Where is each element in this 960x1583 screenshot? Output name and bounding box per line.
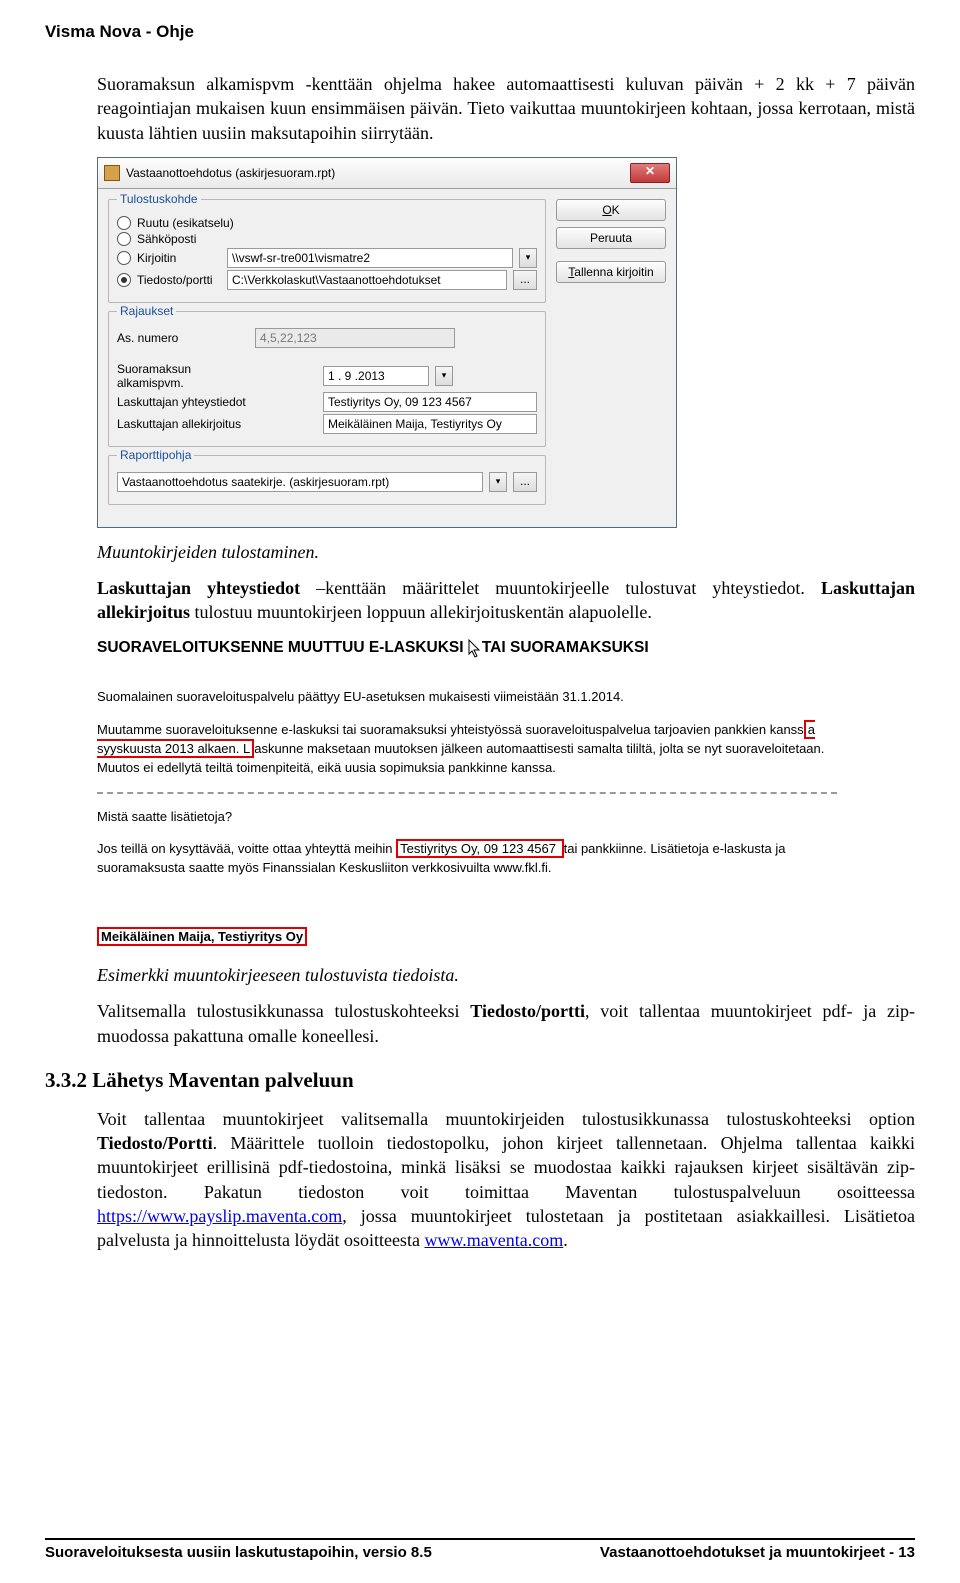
- radio-label: Sähköposti: [137, 232, 196, 246]
- highlight-box: Meikäläinen Maija, Testiyritys Oy: [97, 927, 307, 946]
- dialog-title: Vastaanottoehdotus (askirjesuoram.rpt): [126, 166, 335, 180]
- cancel-button[interactable]: Peruuta: [556, 227, 666, 249]
- group-title: Raporttipohja: [117, 448, 194, 462]
- label-allekirjoitus: Laskuttajan allekirjoitus: [117, 417, 249, 431]
- snippet-question: Mistä saatte lisätietoja?: [97, 808, 837, 827]
- dropdown-arrow-icon[interactable]: ▾: [519, 248, 537, 268]
- date-dropdown-icon[interactable]: ▾: [435, 366, 453, 386]
- caption-1: Muuntokirjeiden tulostaminen.: [97, 540, 915, 564]
- link-payslip[interactable]: https://www.payslip.maventa.com: [97, 1206, 342, 1226]
- dashed-separator: [97, 792, 837, 794]
- footer-left: Suoraveloituksesta uusiin laskutustapoih…: [45, 1544, 432, 1561]
- label-yhteystiedot: Laskuttajan yhteystiedot: [117, 395, 249, 409]
- filepath-input[interactable]: C:\Verkkolaskut\Vastaanottoehdotukset: [227, 270, 507, 290]
- intro-paragraph: Suoramaksun alkamispvm -kenttään ohjelma…: [97, 72, 915, 145]
- close-button[interactable]: ✕: [630, 163, 670, 183]
- browse-button[interactable]: ...: [513, 270, 537, 290]
- radio-sahkoposti[interactable]: [117, 232, 131, 246]
- dialog-titlebar: Vastaanottoehdotus (askirjesuoram.rpt) ✕: [98, 158, 676, 189]
- group-title: Rajaukset: [117, 304, 176, 318]
- print-dialog: Vastaanottoehdotus (askirjesuoram.rpt) ✕…: [97, 157, 677, 528]
- group-tulostuskohde: Tulostuskohde Ruutu (esikatselu) Sähköpo…: [108, 199, 546, 303]
- caption-2: Esimerkki muuntokirjeeseen tulostuvista …: [97, 963, 915, 987]
- as-numero-input[interactable]: 4,5,22,123: [255, 328, 455, 348]
- save-printer-button[interactable]: Tallenna kirjoitin: [556, 261, 666, 283]
- radio-ruutu[interactable]: [117, 216, 131, 230]
- snippet-p2: Muutamme suoraveloituksenne e-laskuksi t…: [97, 721, 837, 778]
- printer-select[interactable]: \\vswf-sr-tre001\vismatre2: [227, 248, 513, 268]
- group-title: Tulostuskohde: [117, 192, 201, 206]
- allekirjoitus-input[interactable]: Meikäläinen Maija, Testiyritys Oy: [323, 414, 537, 434]
- paragraph-2: Laskuttajan yhteystiedot –kenttään määri…: [97, 576, 915, 625]
- radio-label: Tiedosto/portti: [137, 273, 221, 287]
- label-suoramaksu: Suoramaksun alkamispvm.: [117, 362, 249, 390]
- dropdown-arrow-icon[interactable]: ▾: [489, 472, 507, 492]
- label-as-numero: As. numero: [117, 331, 249, 345]
- snippet-p1: Suomalainen suoraveloituspalvelu päättyy…: [97, 688, 837, 707]
- radio-kirjoitin[interactable]: [117, 251, 131, 265]
- group-rajaukset: Rajaukset As. numero 4,5,22,123 Suoramak…: [108, 311, 546, 447]
- section-heading: 3.3.2 Lähetys Maventan palveluun: [45, 1068, 915, 1093]
- report-template-select[interactable]: Vastaanottoehdotus saatekirje. (askirjes…: [117, 472, 483, 492]
- group-raporttipohja: Raporttipohja Vastaanottoehdotus saateki…: [108, 455, 546, 505]
- yhteystiedot-input[interactable]: Testiyritys Oy, 09 123 4567: [323, 392, 537, 412]
- date-input[interactable]: 1 . 9 .2013: [323, 366, 429, 386]
- app-icon: [104, 165, 120, 181]
- paragraph-4: Voit tallentaa muuntokirjeet valitsemall…: [97, 1107, 915, 1253]
- snippet-heading: SUORAVELOITUKSENNE MUUTTUU E-LASKUKSI TA…: [97, 637, 837, 666]
- page-footer: Suoraveloituksesta uusiin laskutustapoih…: [45, 1538, 915, 1561]
- page-header: Visma Nova - Ohje: [45, 0, 915, 42]
- snippet-p3: Jos teillä on kysyttävää, voitte ottaa y…: [97, 840, 837, 878]
- link-maventa[interactable]: www.maventa.com: [424, 1230, 563, 1250]
- browse-button[interactable]: ...: [513, 472, 537, 492]
- footer-right: Vastaanottoehdotukset ja muuntokirjeet -…: [600, 1544, 915, 1561]
- letter-snippet: SUORAVELOITUKSENNE MUUTTUU E-LASKUKSI TA…: [97, 637, 837, 947]
- paragraph-3: Valitsemalla tulostusikkunassa tulostusk…: [97, 999, 915, 1048]
- radio-tiedosto[interactable]: [117, 273, 131, 287]
- radio-label: Kirjoitin: [137, 251, 221, 265]
- radio-label: Ruutu (esikatselu): [137, 216, 234, 230]
- ok-button[interactable]: OK: [556, 199, 666, 221]
- highlight-box: Testiyritys Oy, 09 123 4567: [396, 839, 563, 858]
